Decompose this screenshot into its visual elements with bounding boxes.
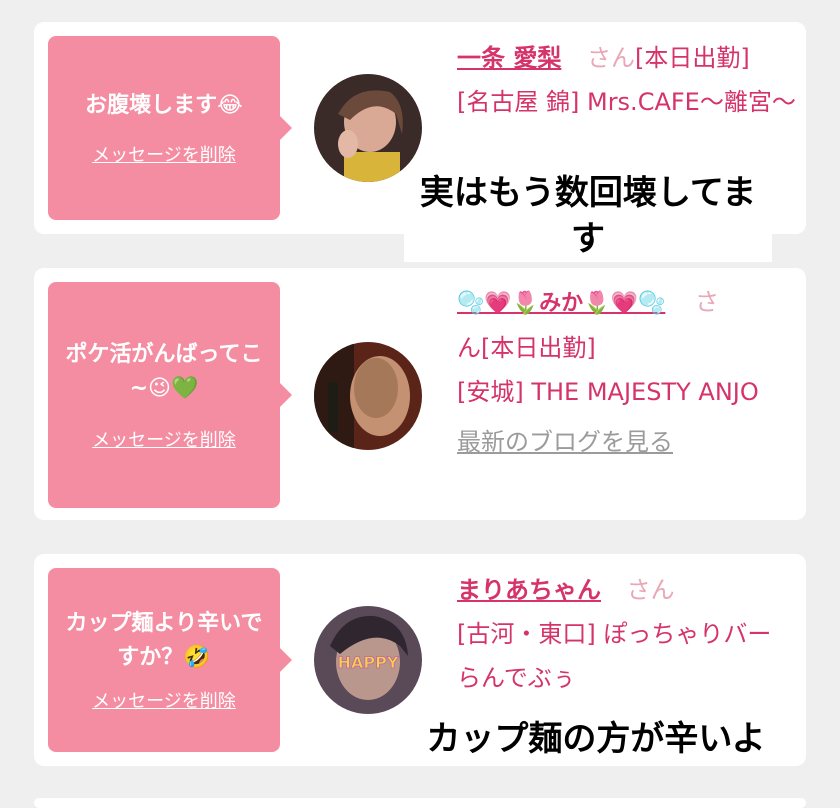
work-status: ん[本日出勤] (457, 334, 596, 362)
avatar-photo (314, 342, 422, 450)
message-bubble: お腹壊します😂 メッセージを削除 (48, 36, 292, 220)
cast-info: 一条 愛梨 さん[本日出勤] [名古屋 錦] Mrs.CAFE〜離宮〜 (457, 36, 797, 124)
honorific: さん (626, 576, 675, 604)
cast-info: 🫧💗🌷みか🌷💗🫧 さ ん[本日出勤] [安城] THE MAJESTY ANJO… (457, 280, 797, 464)
avatar-photo: HAPPY (314, 606, 422, 714)
caption-text: カップ麺の方が辛いよ (426, 719, 766, 759)
avatar[interactable]: HAPPY (314, 606, 422, 714)
cast-name-link[interactable]: まりあちゃん (457, 576, 601, 604)
message-card-4 (34, 798, 806, 808)
message-bubble: カップ麺より辛いですか？🤣 メッセージを削除 (48, 568, 292, 752)
message-text: ポケ活がんばってこ~😉💚 (65, 342, 263, 401)
shop-location[interactable]: [古河・東口] ぽっちゃりバー らんでぶぅ (457, 620, 771, 692)
shop-location[interactable]: [安城] THE MAJESTY ANJO (457, 378, 759, 406)
latest-blog-link[interactable]: 最新のブログを見る (457, 428, 673, 456)
work-status: [本日出勤] (635, 44, 750, 72)
message-card-2: ポケ活がんばってこ~😉💚 メッセージを削除 🫧💗🌷みか🌷💗🫧 さ ん[本日出勤]… (34, 268, 806, 520)
avatar-sticker: HAPPY (338, 653, 399, 672)
avatar[interactable] (314, 74, 422, 182)
caption-text: 実はもう数回壊してます (419, 173, 757, 259)
message-bubble: ポケ活がんばってこ~😉💚 メッセージを削除 (48, 282, 292, 508)
cast-info: まりあちゃん さん [古河・東口] ぽっちゃりバー らんでぶぅ (457, 568, 797, 700)
overlay-caption: カップ麺の方が辛いよ (420, 716, 772, 762)
delete-message-link[interactable]: メッセージを削除 (92, 141, 236, 167)
delete-message-link[interactable]: メッセージを削除 (92, 687, 236, 713)
overlay-caption: 実はもう数回壊してます (404, 170, 772, 262)
cast-name-link[interactable]: 🫧💗🌷みか🌷💗🫧 (457, 291, 665, 316)
cast-name-link[interactable]: 一条 愛梨 (457, 44, 561, 72)
message-text: カップ麺より辛いですか？🤣 (65, 611, 263, 670)
message-text: お腹壊します😂 (85, 93, 243, 118)
shop-location[interactable]: [名古屋 錦] Mrs.CAFE〜離宮〜 (457, 88, 796, 116)
delete-message-link[interactable]: メッセージを削除 (92, 426, 236, 452)
avatar-photo (314, 74, 422, 182)
honorific: さん (587, 44, 635, 72)
honorific: さ (695, 288, 719, 316)
avatar[interactable] (314, 342, 422, 450)
